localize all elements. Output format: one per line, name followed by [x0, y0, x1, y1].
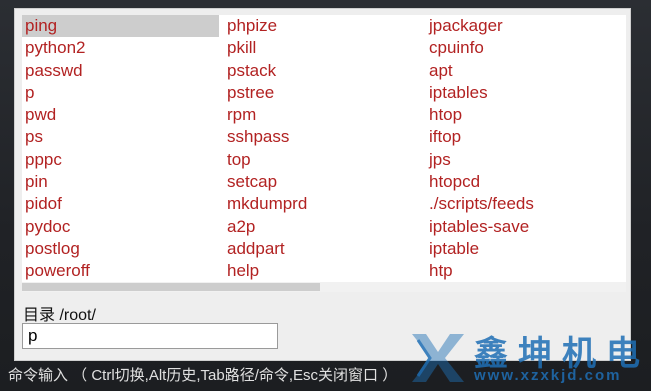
command-item[interactable]: addpart: [224, 238, 424, 260]
horizontal-scrollbar[interactable]: [22, 282, 626, 292]
command-item[interactable]: pstack: [224, 60, 424, 82]
command-input[interactable]: [22, 323, 278, 349]
command-item[interactable]: apt: [426, 60, 626, 82]
command-item[interactable]: help: [224, 260, 424, 282]
command-column-3: jpackager cpuinfo apt iptables htop ifto…: [426, 15, 626, 283]
command-item[interactable]: setcap: [224, 171, 424, 193]
command-item[interactable]: htop: [426, 104, 626, 126]
command-item[interactable]: iptables: [426, 82, 626, 104]
command-item[interactable]: pstree: [224, 82, 424, 104]
command-item[interactable]: a2p: [224, 216, 424, 238]
command-item[interactable]: top: [224, 149, 424, 171]
command-item[interactable]: passwd: [22, 60, 222, 82]
command-item[interactable]: python2: [22, 37, 222, 59]
command-item[interactable]: htopcd: [426, 171, 626, 193]
command-item[interactable]: pin: [22, 171, 222, 193]
command-item[interactable]: ps: [22, 126, 222, 148]
command-item[interactable]: postlog: [22, 238, 222, 260]
scrollbar-thumb[interactable]: [22, 283, 320, 291]
command-item[interactable]: p: [22, 82, 222, 104]
command-item[interactable]: rpm: [224, 104, 424, 126]
command-item[interactable]: phpize: [224, 15, 424, 37]
command-list[interactable]: ping python2 passwd p pwd ps pppc pin pi…: [22, 15, 626, 292]
command-item[interactable]: mkdumprd: [224, 193, 424, 215]
command-item[interactable]: jps: [426, 149, 626, 171]
command-item[interactable]: htp: [426, 260, 626, 282]
command-item[interactable]: iptables-save: [426, 216, 626, 238]
launcher-panel: ping python2 passwd p pwd ps pppc pin pi…: [14, 8, 631, 361]
command-item[interactable]: cpuinfo: [426, 37, 626, 59]
status-hint: 命令输入 （ Ctrl切换,Alt历史,Tab路径/命令,Esc关闭窗口 ）: [8, 367, 398, 384]
command-item[interactable]: pkill: [224, 37, 424, 59]
command-item[interactable]: ping: [22, 15, 219, 38]
command-item[interactable]: iftop: [426, 126, 626, 148]
command-item[interactable]: iptable: [426, 238, 626, 260]
command-item[interactable]: poweroff: [22, 260, 222, 282]
command-column-2: phpize pkill pstack pstree rpm sshpass t…: [224, 15, 424, 283]
command-item[interactable]: sshpass: [224, 126, 424, 148]
command-column-1: ping python2 passwd p pwd ps pppc pin pi…: [22, 15, 222, 283]
command-item[interactable]: pwd: [22, 104, 222, 126]
command-item[interactable]: ./scripts/feeds: [426, 193, 626, 215]
command-item[interactable]: pppc: [22, 149, 222, 171]
command-launcher-window: ping python2 passwd p pwd ps pppc pin pi…: [0, 0, 651, 391]
current-directory-label: 目录 /root/: [23, 307, 96, 324]
command-item[interactable]: pydoc: [22, 216, 222, 238]
command-item[interactable]: pidof: [22, 193, 222, 215]
command-item[interactable]: jpackager: [426, 15, 626, 37]
